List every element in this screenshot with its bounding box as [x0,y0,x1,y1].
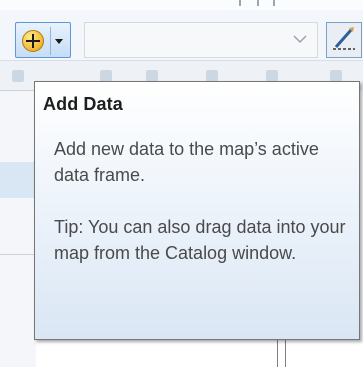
toolbar-ghost-icon [12,70,24,82]
editor-toolbar-icon [333,27,355,50]
chevron-down-icon[interactable] [55,39,63,44]
add-data-tooltip: Add Data Add new data to the map’s activ… [34,81,360,340]
tooltip-tip: Tip: You can also drag data into your ma… [54,217,346,263]
editor-toolbar-button[interactable] [326,22,362,58]
tooltip-title: Add Data [43,94,123,114]
pane-divider [0,90,36,91]
toolbar-overflow-marks [237,0,277,8]
tooltip-description: Add new data to the map’s active data fr… [54,139,319,185]
add-data-button[interactable] [15,22,71,58]
add-data-icon [22,30,44,52]
table-of-contents-pane [0,90,36,367]
combo-chevron-down-icon[interactable] [293,34,307,44]
main-toolbar [0,0,363,60]
toolbar-top-edge [0,0,363,10]
window-splitter[interactable] [277,340,286,367]
map-scale-combobox[interactable] [84,22,318,58]
pane-selected-row[interactable] [0,162,36,198]
pane-divider [0,254,36,255]
tooltip-body: Add new data to the map’s active data fr… [54,136,354,266]
split-button-divider [50,27,51,55]
